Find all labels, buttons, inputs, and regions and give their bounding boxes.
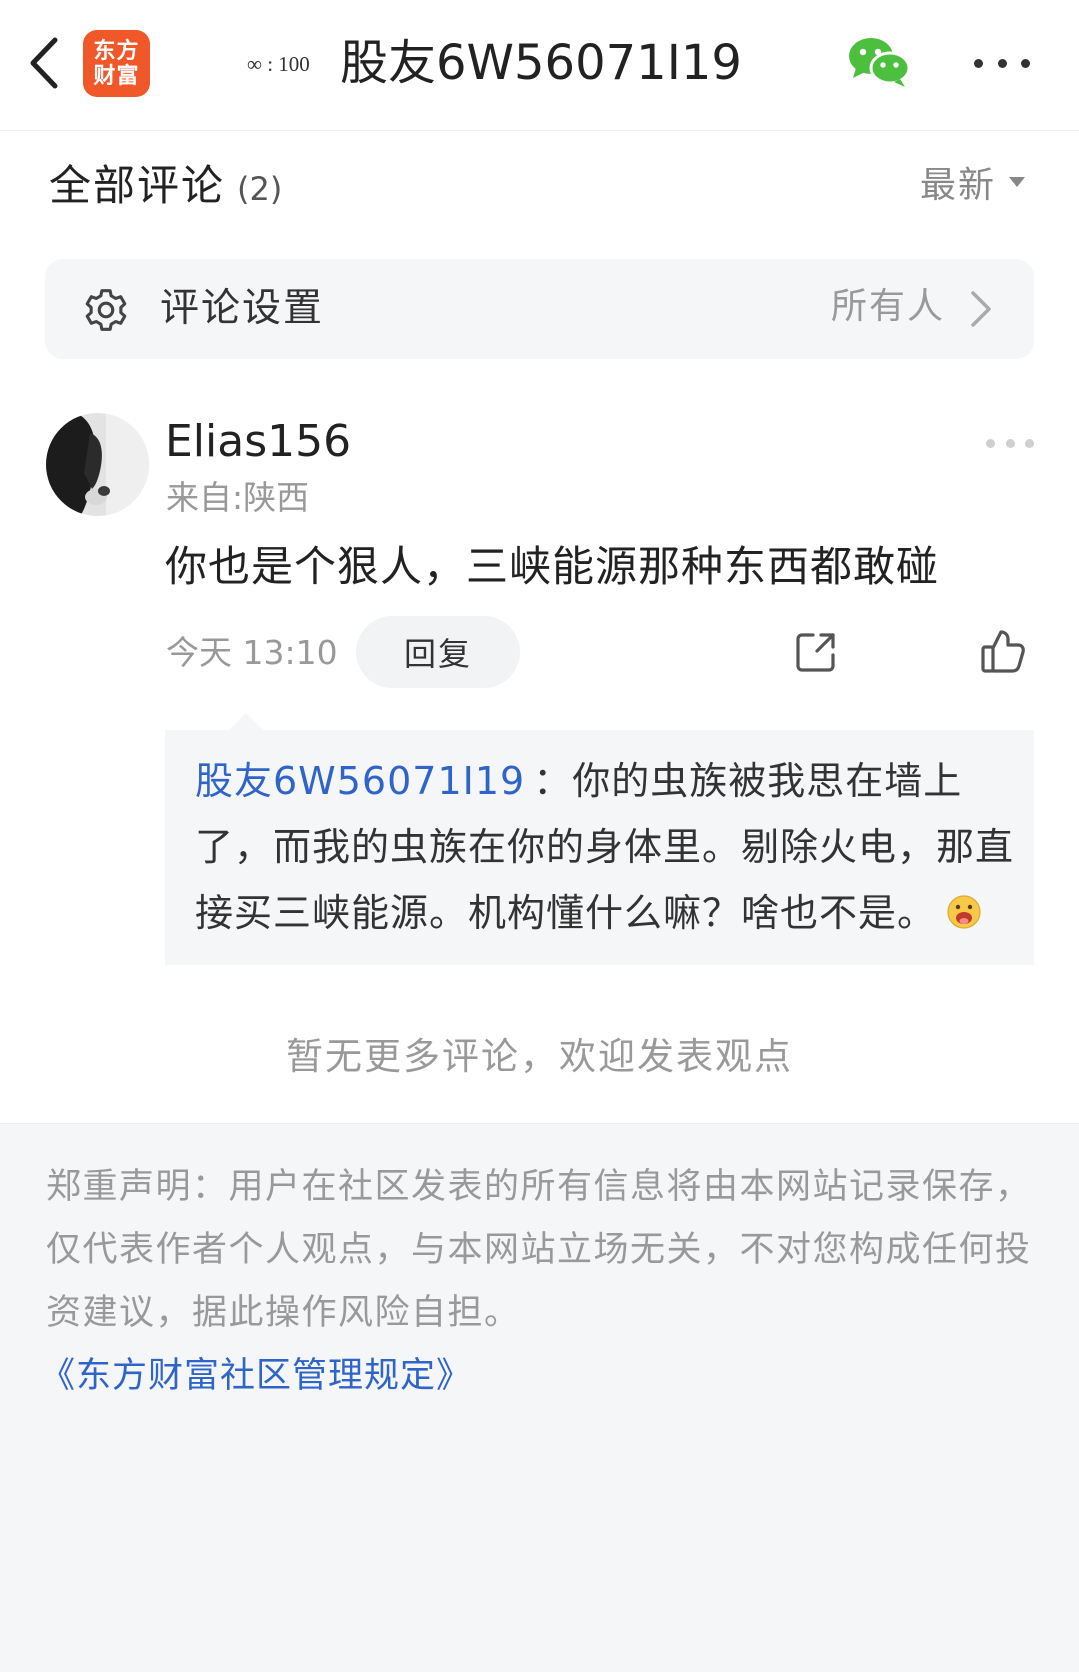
comment-time: 今天 13:10 — [166, 633, 338, 672]
logo-text-bottom: 财富 — [93, 62, 140, 89]
nested-reply-text: 股友6W56071I19 ：你的虫族被我思在墙上了，而我的虫族在你的身体里。剔除火… — [195, 748, 1022, 946]
more-options-button[interactable] — [970, 46, 1034, 80]
nested-reply-author[interactable]: 股友6W56071I19 — [195, 759, 525, 803]
settings-value: 所有人 — [831, 286, 946, 327]
sort-dropdown[interactable]: 最新 — [920, 156, 1026, 208]
sort-label: 最新 — [920, 165, 997, 206]
more-dots-icon — [1005, 438, 1015, 448]
like-button[interactable] — [978, 626, 1028, 676]
level-badge: ∞ : 100 — [247, 52, 310, 76]
tongue-face-emoji-icon — [947, 895, 981, 929]
footer: 郑重声明：用户在社区发表的所有信息将由本网站记录保存，仅代表作者个人观点，与本网… — [0, 1123, 1079, 1672]
disclaimer-text: 郑重声明：用户在社区发表的所有信息将由本网站记录保存，仅代表作者个人观点，与本网… — [46, 1167, 1032, 1333]
logo-text-top: 东方 — [93, 37, 140, 64]
settings-label: 评论设置 — [160, 286, 325, 331]
avatar-photo — [46, 413, 149, 516]
more-dots-icon — [986, 438, 995, 448]
more-dots-icon — [1025, 438, 1034, 448]
back-button[interactable] — [22, 34, 66, 92]
comment-more-button[interactable] — [984, 430, 1036, 456]
back-chevron-icon — [30, 37, 58, 89]
reply-button[interactable]: 回复 — [356, 616, 520, 688]
wechat-icon — [849, 38, 911, 87]
more-dots-icon — [997, 58, 1007, 68]
share-button[interactable] — [792, 628, 840, 676]
more-dots-icon — [974, 58, 983, 68]
wechat-share-button[interactable] — [846, 36, 912, 88]
comments-header: 全部评论 (2) — [49, 158, 282, 214]
page-title: 股友6W56071I19 — [340, 35, 742, 91]
comment-content: 你也是个狠人，三峡能源那种东西都敢碰 — [165, 542, 940, 591]
caret-down-icon — [1009, 177, 1026, 187]
comments-title: 全部评论 — [49, 161, 226, 210]
no-more-comments: 暂无更多评论，欢迎发表观点 — [286, 1035, 793, 1078]
thumbs-up-icon — [981, 630, 1025, 673]
gear-icon — [85, 289, 127, 331]
reply-pointer — [229, 713, 263, 730]
comment-settings-row[interactable]: 评论设置 所有人 — [45, 259, 1034, 359]
share-icon — [796, 633, 835, 672]
comment-location: 来自:陕西 — [166, 478, 310, 517]
more-dots-icon — [1021, 58, 1030, 68]
chevron-right-icon — [971, 291, 991, 327]
app-logo[interactable]: 东方 财富 — [83, 30, 150, 97]
top-bar: 东方 财富 ∞ : 100 股友6W56071I19 — [0, 0, 1079, 131]
avatar[interactable] — [46, 413, 149, 516]
comments-count: (2) — [237, 170, 283, 208]
comment-author[interactable]: Elias156 — [165, 414, 351, 470]
community-rules-link[interactable]: 《东方财富社区管理规定》 — [40, 1346, 472, 1406]
nested-reply: 股友6W56071I19 ：你的虫族被我思在墙上了，而我的虫族在你的身体里。剔除火… — [165, 730, 1034, 965]
